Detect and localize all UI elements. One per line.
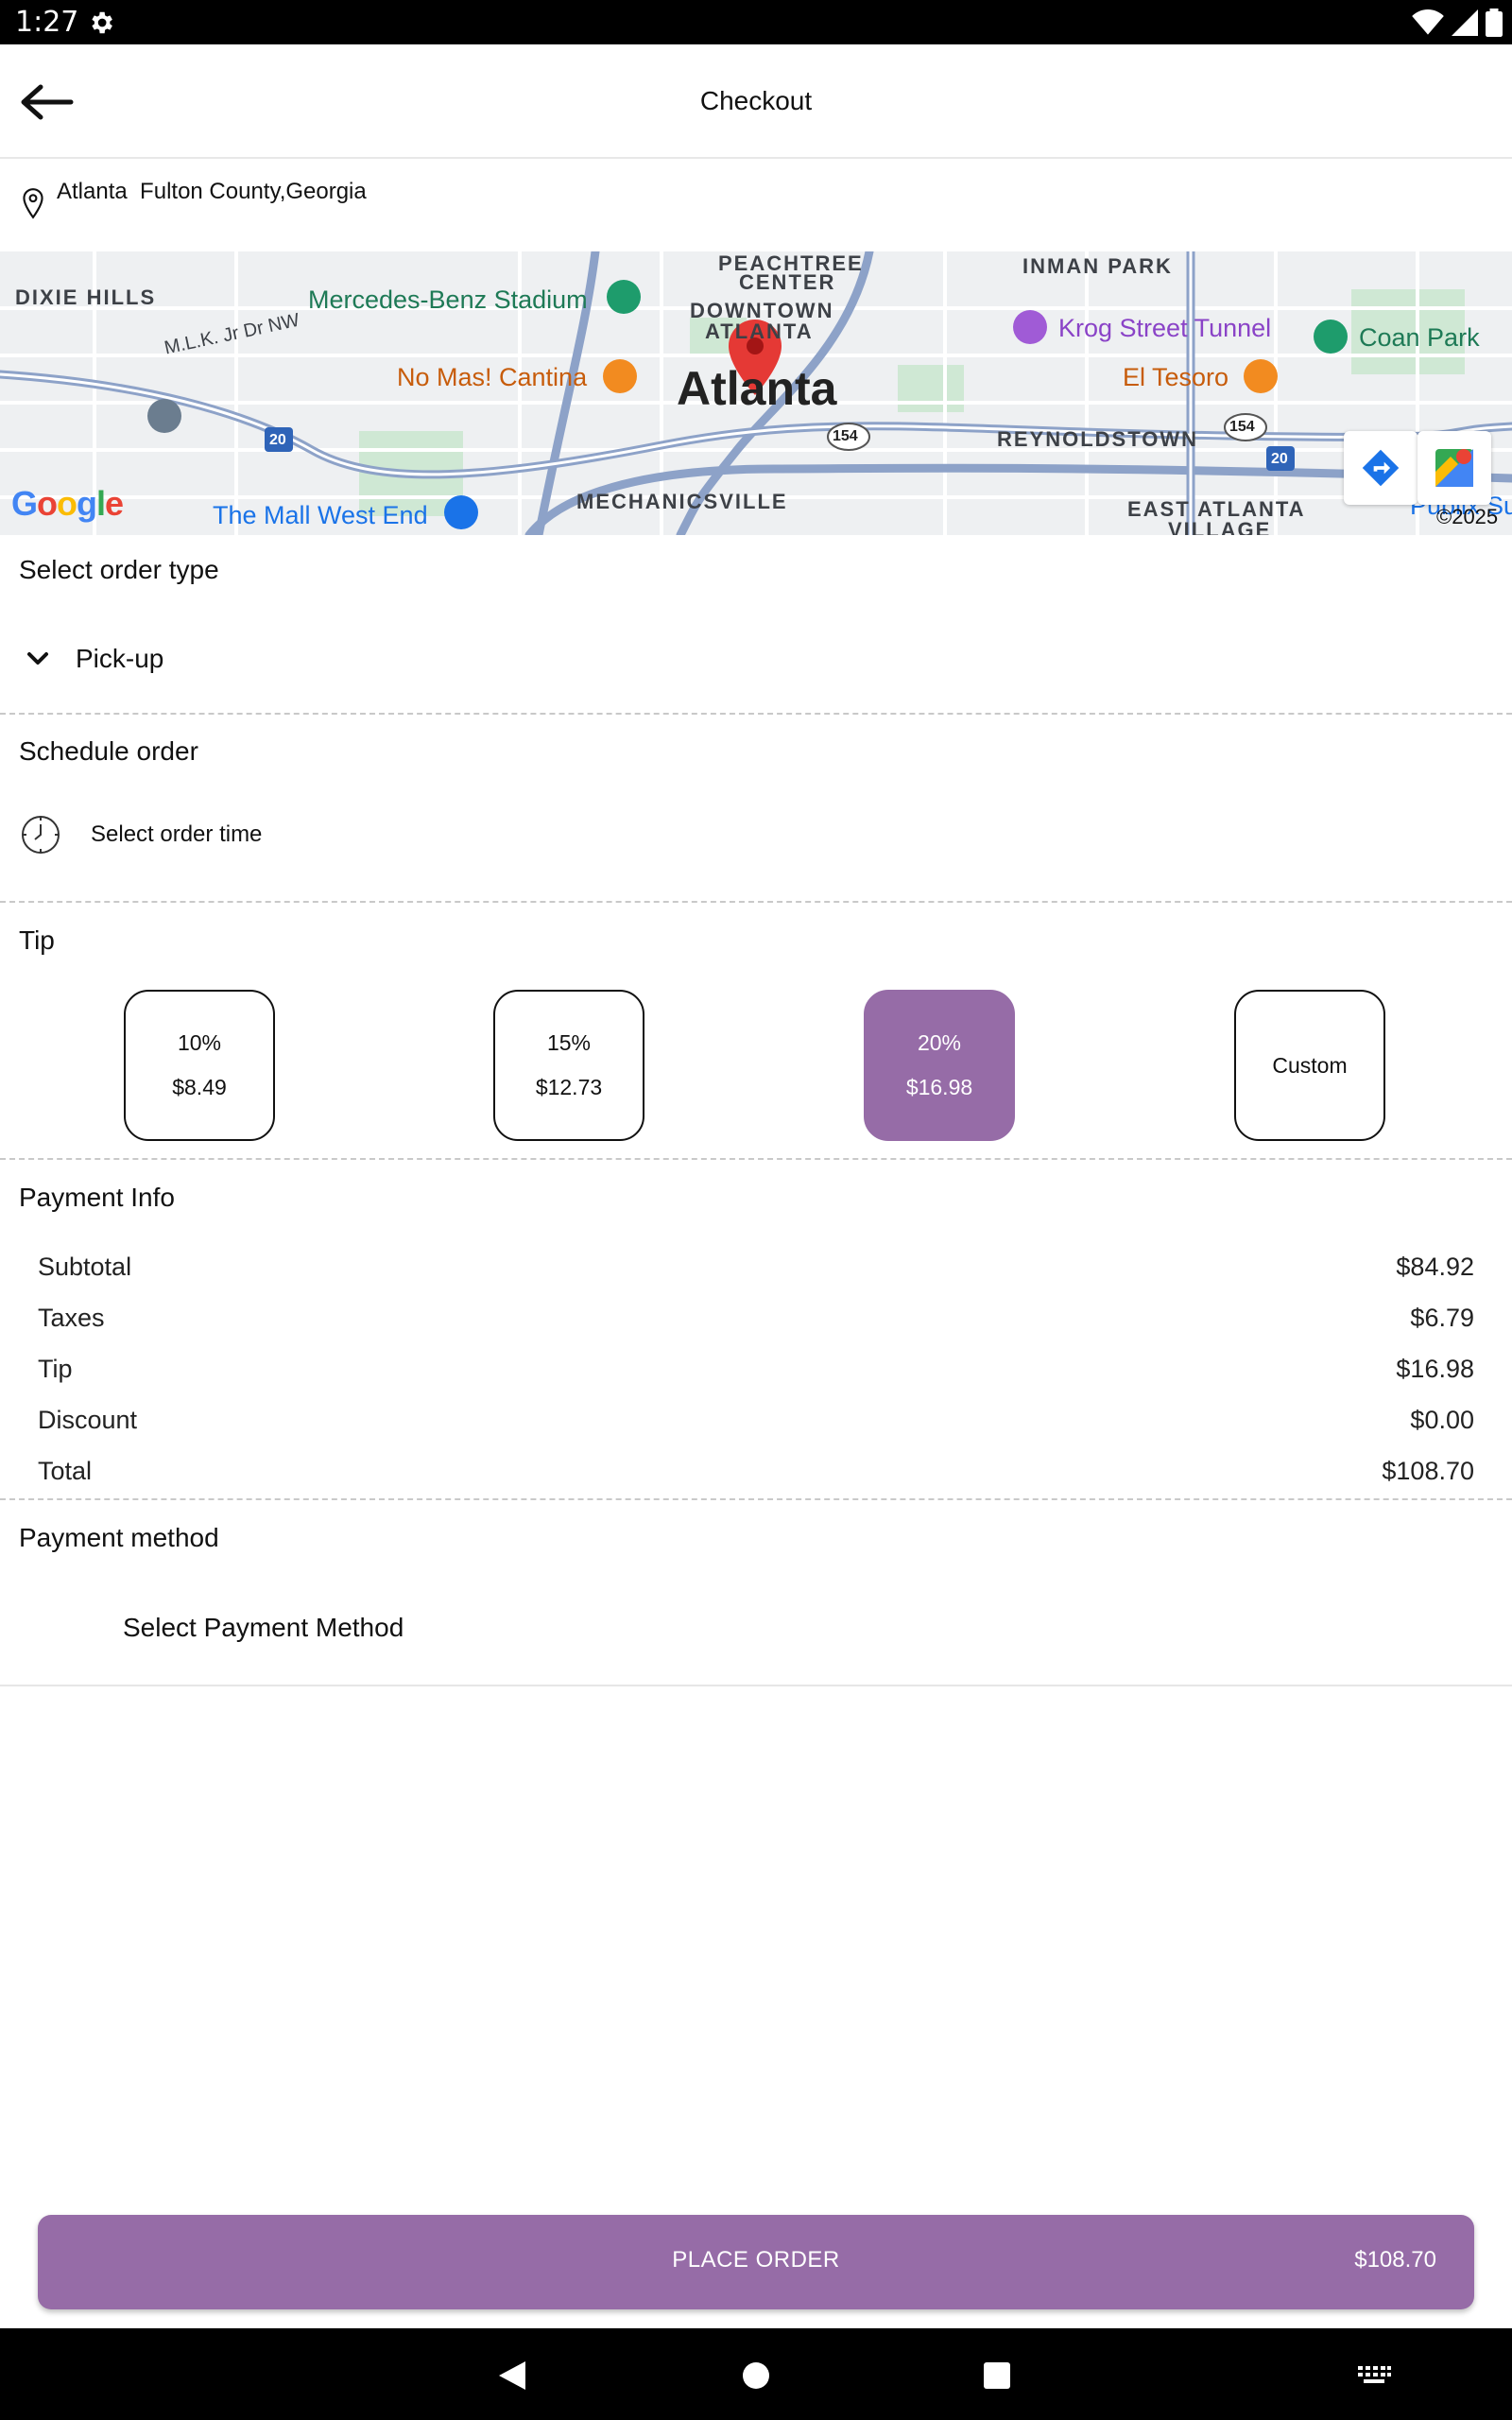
- schedule-title: Schedule order: [19, 736, 198, 766]
- payment-row-total: Total $108.70: [38, 1457, 1474, 1486]
- map-label-village: VILLAGE: [1168, 518, 1272, 535]
- place-order-label: PLACE ORDER: [672, 2247, 840, 2273]
- payment-row-label: Subtotal: [38, 1253, 132, 1281]
- map-route-20-east: 20: [1271, 451, 1288, 467]
- clock-icon: [22, 816, 60, 854]
- order-type-title: Select order type: [19, 555, 219, 584]
- nav-back-button[interactable]: [491, 2355, 533, 2396]
- map-label-mall: The Mall West End: [213, 501, 428, 529]
- divider: [0, 1498, 1512, 1500]
- payment-row-value: $6.79: [1410, 1304, 1474, 1332]
- place-order-amount: $108.70: [1354, 2247, 1436, 2273]
- directions-icon: [1362, 449, 1400, 487]
- map-copyright: ©2025: [1436, 505, 1499, 528]
- nav-home-button[interactable]: [735, 2355, 777, 2396]
- app-bar: Checkout: [0, 44, 1512, 159]
- payment-row-value: $16.98: [1396, 1355, 1474, 1383]
- tip-option-10[interactable]: 10% $8.49: [124, 990, 275, 1141]
- payment-method-title: Payment method: [19, 1523, 219, 1552]
- payment-row-tip: Tip $16.98: [38, 1355, 1474, 1384]
- nav-recents-button[interactable]: [976, 2355, 1018, 2396]
- payment-row-label: Discount: [38, 1406, 138, 1434]
- payment-row-label: Tip: [38, 1355, 73, 1383]
- map-label-mechanicsville: MECHANICSVILLE: [576, 490, 788, 513]
- chevron-down-icon: [19, 640, 57, 678]
- order-type-dropdown[interactable]: Pick-up: [19, 635, 163, 683]
- order-time-label: Select order time: [91, 821, 263, 847]
- map-view[interactable]: PEACHTREE CENTER DOWNTOWN ATLANTA INMAN …: [0, 251, 1512, 535]
- directions-button[interactable]: [1344, 431, 1418, 505]
- wifi-icon: [1412, 9, 1444, 35]
- map-city-label: Atlanta: [677, 362, 837, 415]
- map-label-krog: Krog Street Tunnel: [1058, 314, 1272, 342]
- tip-percent: 15%: [546, 1030, 592, 1055]
- order-time-selector[interactable]: Select order time: [19, 811, 262, 858]
- status-bar: 1:27: [0, 0, 1512, 44]
- tip-percent: 10%: [177, 1030, 222, 1055]
- tip-amount: $8.49: [172, 1075, 227, 1099]
- location-row: Atlanta Fulton County,Georgia: [0, 159, 1512, 251]
- order-type-value: Pick-up: [76, 644, 164, 673]
- open-maps-button[interactable]: [1418, 431, 1491, 505]
- tip-option-custom[interactable]: Custom: [1234, 990, 1385, 1141]
- tip-percent: 20%: [917, 1030, 962, 1055]
- payment-row-discount: Discount $0.00: [38, 1406, 1474, 1435]
- nav-keyboard-button[interactable]: [1353, 2355, 1395, 2396]
- payment-row-label: Taxes: [38, 1304, 105, 1332]
- tip-amount: $16.98: [905, 1075, 973, 1099]
- location-address: Atlanta Fulton County,Georgia: [57, 179, 367, 204]
- map-pin-icon: [23, 188, 43, 219]
- system-nav-bar: [0, 2328, 1512, 2420]
- map-label-reynoldstown: REYNOLDSTOWN: [997, 427, 1199, 451]
- keyboard-icon: [1358, 2366, 1391, 2383]
- tip-amount: $12.73: [535, 1075, 603, 1099]
- select-payment-method[interactable]: Select Payment Method: [123, 1613, 404, 1643]
- map-label-no-mas: No Mas! Cantina: [397, 363, 588, 391]
- tip-title: Tip: [19, 925, 55, 955]
- page-title: Checkout: [699, 86, 813, 115]
- divider: [0, 901, 1512, 903]
- map-label-inman-park: INMAN PARK: [1022, 254, 1173, 278]
- payment-row-label: Total: [38, 1457, 93, 1485]
- tip-option-15[interactable]: 15% $12.73: [493, 990, 644, 1141]
- payment-row-subtotal: Subtotal $84.92: [38, 1253, 1474, 1282]
- map-label-atlanta-small: ATLANTA: [705, 320, 814, 343]
- triangle-back-icon: [499, 2361, 525, 2390]
- circle-home-icon: [743, 2362, 769, 2389]
- map-route-154-east: 154: [1229, 419, 1255, 435]
- divider: [0, 713, 1512, 715]
- status-time: 1:27: [15, 6, 79, 39]
- map-route-20: 20: [269, 432, 286, 448]
- google-maps-icon: [1435, 449, 1473, 487]
- map-label-center: CENTER: [739, 270, 836, 294]
- place-order-button[interactable]: PLACE ORDER $108.70: [38, 2215, 1474, 2309]
- payment-row-taxes: Taxes $6.79: [38, 1304, 1474, 1333]
- battery-icon: [1486, 9, 1503, 37]
- map-label-stadium: Mercedes-Benz Stadium: [308, 285, 588, 314]
- map-route-154: 154: [833, 428, 858, 444]
- map-label-dixie-hills: DIXIE HILLS: [15, 285, 157, 309]
- map-label-el-tesoro: El Tesoro: [1123, 363, 1229, 391]
- tip-option-20[interactable]: 20% $16.98: [864, 990, 1015, 1141]
- tip-custom-label: Custom: [1272, 1052, 1348, 1078]
- google-logo: Google: [11, 484, 124, 523]
- signal-icon: [1452, 9, 1478, 36]
- divider: [0, 1158, 1512, 1160]
- payment-info-title: Payment Info: [19, 1183, 175, 1212]
- square-recents-icon: [984, 2362, 1010, 2389]
- map-label-coan-park: Coan Park: [1359, 323, 1480, 352]
- gear-icon: [92, 11, 112, 34]
- divider: [0, 1685, 1512, 1686]
- payment-row-value: $0.00: [1410, 1406, 1474, 1434]
- payment-row-value: $84.92: [1396, 1253, 1474, 1281]
- payment-row-value: $108.70: [1382, 1457, 1474, 1485]
